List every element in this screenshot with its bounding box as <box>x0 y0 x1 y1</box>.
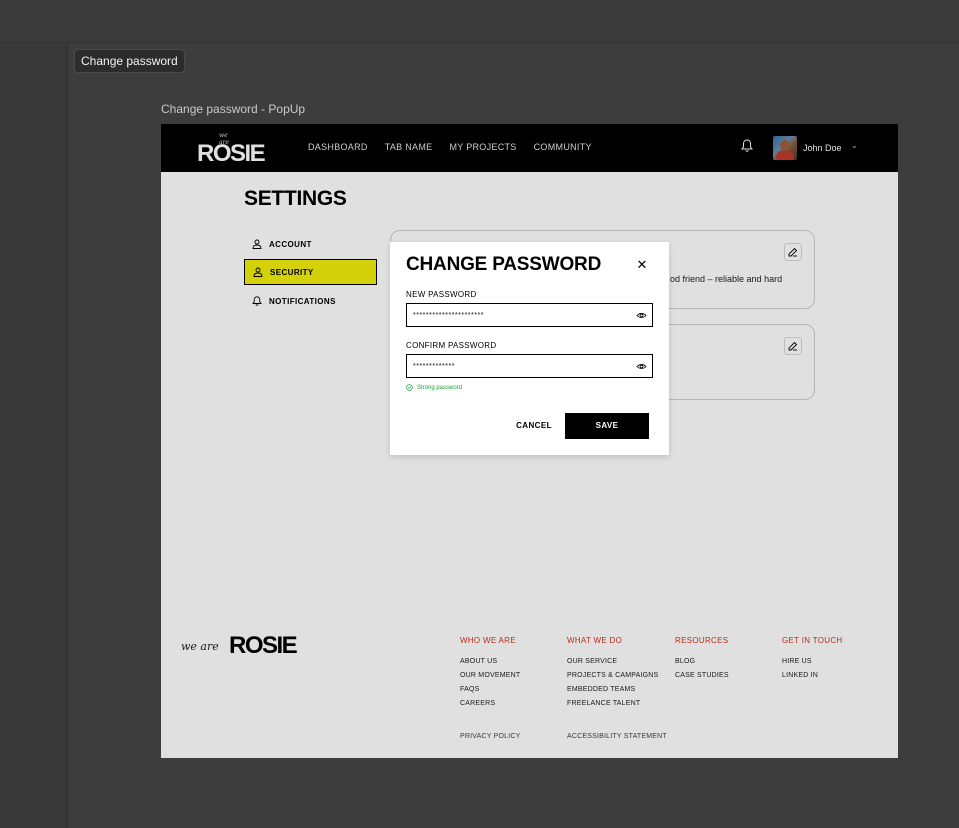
close-icon[interactable]: ✕ <box>635 258 649 272</box>
new-password-value: ********************** <box>413 312 484 319</box>
password-strength-text: Strong password <box>417 384 463 391</box>
confirm-password-label: CONFIRM PASSWORD <box>406 341 497 350</box>
new-password-label: NEW PASSWORD <box>406 290 477 299</box>
frame-label[interactable]: Change password - PopUp <box>161 102 305 116</box>
top-toolbar <box>0 0 959 43</box>
new-password-field[interactable]: ********************** <box>406 303 653 327</box>
password-strength-hint: Strong password <box>406 384 462 391</box>
eye-icon[interactable] <box>636 310 647 321</box>
page-tab-change-password[interactable]: Change password <box>74 49 185 73</box>
modal-title: CHANGE PASSWORD <box>406 254 602 275</box>
cancel-button[interactable]: CANCEL <box>510 413 558 439</box>
save-button[interactable]: SAVE <box>565 413 649 439</box>
eye-icon[interactable] <box>636 361 647 372</box>
check-circle-icon <box>406 384 413 391</box>
change-password-modal: CHANGE PASSWORD ✕ NEW PASSWORD *********… <box>390 242 669 455</box>
confirm-password-field[interactable]: ************* <box>406 354 653 378</box>
frame-change-password-popup: we are ROSIE DASHBOARD TAB NAME MY PROJE… <box>161 124 898 758</box>
left-panel <box>0 43 68 828</box>
modal-backdrop-top <box>161 124 898 172</box>
confirm-password-value: ************* <box>413 363 455 370</box>
